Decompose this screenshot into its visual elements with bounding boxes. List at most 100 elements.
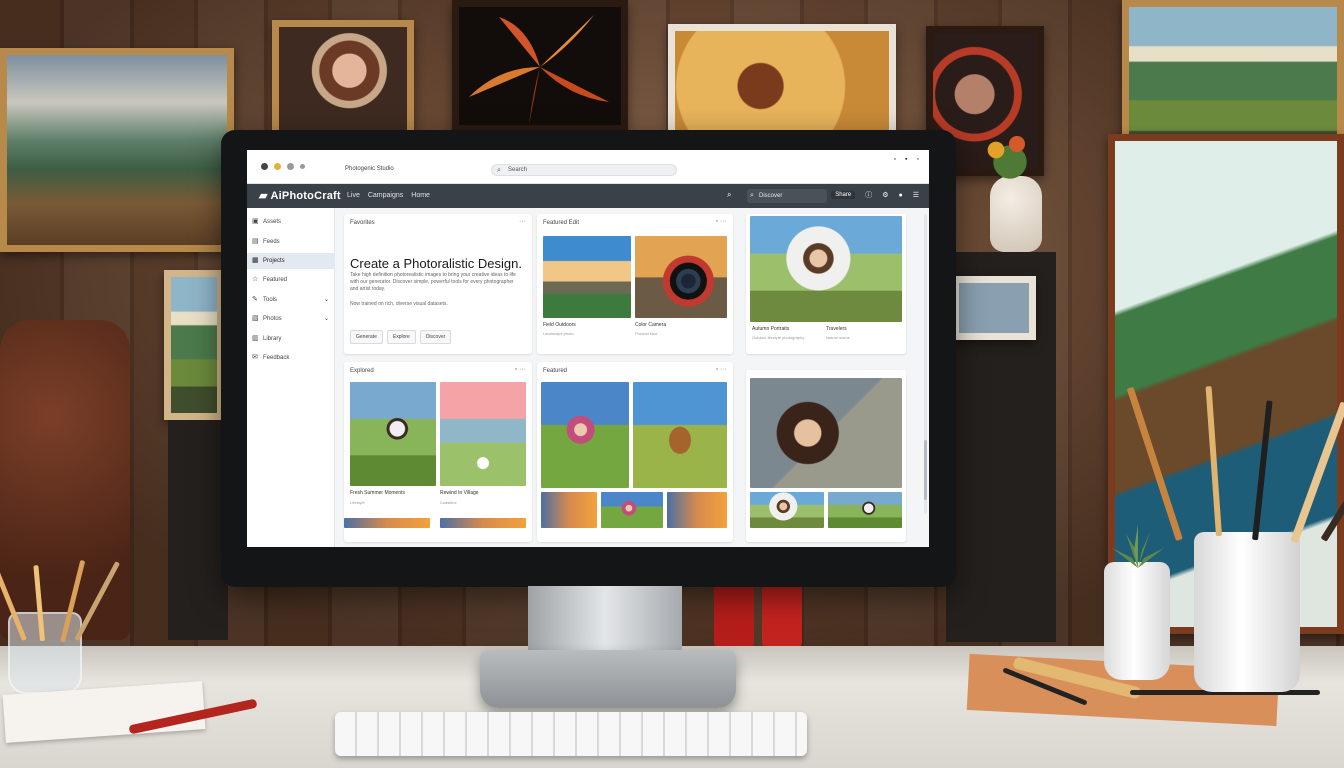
menu-icon[interactable]: ☰ <box>913 191 919 199</box>
info-icon[interactable]: ⓘ <box>865 190 872 200</box>
photo-caption: Field Outdoors <box>543 322 576 328</box>
back-icon[interactable] <box>300 164 305 169</box>
more-icon[interactable]: ··· <box>519 218 526 225</box>
hero-actions: Generate Explore Discover <box>350 330 452 344</box>
hero-card: Favorites ··· Create a Photoralistic Des… <box>344 214 532 354</box>
search-icon[interactable]: ⌕ <box>727 190 731 200</box>
nav-item-live[interactable]: Live <box>347 192 360 199</box>
thumb-photo[interactable] <box>828 492 902 528</box>
succulent-icon <box>1112 524 1164 568</box>
flowers <box>975 120 1045 180</box>
photo-subcaption: Nature scene <box>826 335 850 340</box>
photo-subcaption: Landscape photo <box>543 331 574 336</box>
hero-note: Now trained on rich, diverse visual data… <box>350 301 448 307</box>
small-painting <box>164 270 224 420</box>
bird-painting <box>668 24 896 138</box>
star-icon: ☆ <box>252 276 259 283</box>
address-text: Search <box>508 167 528 173</box>
more-icon[interactable]: ▫ ··· <box>716 218 727 225</box>
lake-photo[interactable] <box>440 382 526 486</box>
featured-card: Featured Edit ▫ ··· Field Outdoors Color… <box>537 214 733 354</box>
search-icon: ⌕ <box>497 167 501 174</box>
feed-icon: ▤ <box>252 238 259 245</box>
user-icon[interactable]: ● <box>898 192 902 199</box>
address-bar[interactable]: ⌕ Search <box>491 164 677 176</box>
shelf-photo <box>952 276 1036 340</box>
minimize-icon[interactable]: ▫ <box>894 156 896 163</box>
sidebar-item-tools[interactable]: ✎ Tools ⌄ <box>247 292 335 308</box>
woman-photo[interactable] <box>750 216 902 322</box>
app-search-input[interactable]: ⌕ Discover <box>747 189 827 203</box>
leaf-art-icon <box>469 15 609 125</box>
feedback-icon: ✉ <box>252 354 258 361</box>
browser-title: Photogenic Studio <box>345 166 394 172</box>
refresh-icon[interactable] <box>287 163 294 170</box>
generate-button[interactable]: Generate <box>350 330 383 344</box>
app-logo[interactable]: ▰ AiPhotoCraft <box>259 189 341 202</box>
sidebar-item-feedback[interactable]: ✉ Feedback <box>247 350 335 366</box>
main-nav: Live Campaigns Home <box>347 192 430 199</box>
tools-icon: ✎ <box>252 296 258 303</box>
minimize-dot-icon[interactable] <box>274 163 281 170</box>
girl-photo[interactable] <box>541 382 629 488</box>
chevron-down-icon: ⌄ <box>323 316 329 322</box>
thumb-photo[interactable] <box>750 492 824 528</box>
sidebar: ▣ Assets ▤ Feeds ▦ Projects ☆ Featured ✎ Tool… <box>247 208 335 547</box>
scrollbar-thumb[interactable] <box>924 440 927 500</box>
window-controls: ▫ ▪ ▫ <box>894 156 919 163</box>
planter <box>1104 562 1170 680</box>
explored-label: Explored <box>350 368 374 374</box>
close-icon[interactable]: ▫ <box>917 156 919 163</box>
project-icon: ▦ <box>252 257 259 264</box>
chevron-down-icon: ⌄ <box>323 297 329 303</box>
photo-caption: Color Camera <box>635 322 667 328</box>
photo-caption: Rewind to Village <box>440 490 479 496</box>
close-dot-icon[interactable] <box>261 163 268 170</box>
photo-caption: Travelers <box>826 326 847 332</box>
header-actions: Share ⓘ ⚙ ● ☰ <box>831 190 919 200</box>
thumb-photo[interactable] <box>667 492 727 528</box>
camera-photo[interactable] <box>635 236 727 318</box>
maximize-icon[interactable]: ▪ <box>905 156 907 163</box>
photo-caption: Autumn Portraits <box>752 326 790 332</box>
sidebar-item-assets[interactable]: ▣ Assets <box>247 214 335 230</box>
portrait-painting <box>272 20 414 138</box>
explored-card: Explored ▫ ··· Fresh Summer Moments Rewi… <box>344 362 532 542</box>
leaf-painting <box>452 0 628 132</box>
armchair <box>0 320 130 640</box>
thumb-photo[interactable] <box>541 492 597 528</box>
woman-lying-photo[interactable] <box>750 378 902 488</box>
browser-bar: Photogenic Studio ⌕ Search ▫ ▪ ▫ <box>247 150 929 184</box>
share-button[interactable]: Share <box>831 191 856 199</box>
portrait-card: Autumn Portraits Travelers Outdoor lifes… <box>746 214 906 354</box>
vase <box>990 176 1042 252</box>
sidebar-item-photos[interactable]: ▧ Photos ⌄ <box>247 311 335 327</box>
keyboard[interactable] <box>335 712 807 756</box>
settings-icon[interactable]: ⚙ <box>882 191 888 199</box>
kite-photo[interactable] <box>350 382 436 486</box>
photo-subcaption: Coastline <box>440 500 457 505</box>
photo-caption: Fresh Summer Moments <box>350 490 406 496</box>
more-icon[interactable]: ▫ ··· <box>716 366 727 373</box>
explore-button[interactable]: Explore <box>386 330 416 344</box>
lying-card <box>746 370 906 542</box>
sidebar-item-projects[interactable]: ▦ Projects <box>247 253 335 269</box>
featured-gallery-card: Featured ▫ ··· <box>537 362 733 542</box>
more-icon[interactable]: ▫ ··· <box>515 366 526 373</box>
sidebar-item-featured[interactable]: ☆ Featured <box>247 272 335 288</box>
photo-subcaption: Outdoor lifestyle photography <box>752 335 805 340</box>
monitor-stand <box>528 586 682 656</box>
home-icon: ▣ <box>252 218 259 225</box>
hero-label: Favorites <box>350 220 375 226</box>
hero-title: Create a Photoralistic Design. <box>350 256 522 271</box>
discover-button[interactable]: Discover <box>419 330 452 344</box>
nav-item-home[interactable]: Home <box>411 192 430 199</box>
cow-photo[interactable] <box>633 382 727 488</box>
sidebar-item-feeds[interactable]: ▤ Feeds <box>247 234 335 250</box>
camera-icon: ▰ <box>259 190 271 202</box>
sidebar-item-library[interactable]: ▥ Library <box>247 331 335 347</box>
photo-icon: ▧ <box>252 315 259 322</box>
mountain-photo[interactable] <box>543 236 631 318</box>
thumb-photo[interactable] <box>601 492 663 528</box>
nav-item-campaigns[interactable]: Campaigns <box>368 192 403 199</box>
